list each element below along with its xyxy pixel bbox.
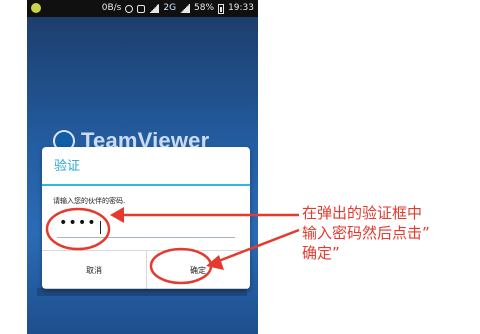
annotation-line-1: 在弹出的验证框中 bbox=[302, 204, 423, 222]
status-bar: 0B/s 2G 58% 19:33 bbox=[27, 0, 258, 17]
verification-dialog: 验证 请输入您的伙伴的密码. •••• 取消 确定 bbox=[42, 147, 250, 289]
text-caret bbox=[100, 221, 101, 234]
ok-button[interactable]: 确定 bbox=[146, 251, 250, 289]
phone-screen: 0B/s 2G 58% 19:33 TeamViewer 验证 请输入您的伙伴的… bbox=[27, 0, 258, 334]
battery-icon bbox=[218, 3, 225, 14]
background-bar bbox=[37, 288, 247, 296]
app-icon bbox=[31, 3, 41, 13]
dialog-message: 请输入您的伙伴的密码. bbox=[53, 197, 126, 205]
dialog-button-row: 取消 确定 bbox=[42, 250, 250, 289]
net-speed: 0B/s bbox=[101, 3, 122, 13]
status-time: 19:33 bbox=[228, 3, 254, 13]
annotation-text: 在弹出的验证框中 输入密码然后点击” 确定” bbox=[302, 203, 472, 263]
cancel-button[interactable]: 取消 bbox=[42, 251, 146, 289]
annotation-line-3: 确定” bbox=[302, 244, 340, 262]
status-right: 0B/s 2G 58% 19:33 bbox=[102, 0, 254, 17]
status-left bbox=[31, 0, 41, 20]
password-value: •••• bbox=[59, 215, 97, 231]
password-input[interactable]: •••• bbox=[57, 215, 235, 238]
battery-percent: 58% bbox=[194, 3, 215, 13]
signal-icon-2 bbox=[180, 4, 191, 13]
dialog-title: 验证 bbox=[54, 159, 81, 174]
annotation-line-2: 输入密码然后点击” bbox=[302, 224, 430, 242]
network-type: 2G bbox=[163, 3, 177, 13]
signal-icon bbox=[149, 4, 160, 13]
sync-icon bbox=[137, 4, 146, 13]
dialog-title-divider bbox=[42, 184, 250, 186]
alarm-icon bbox=[125, 4, 134, 13]
